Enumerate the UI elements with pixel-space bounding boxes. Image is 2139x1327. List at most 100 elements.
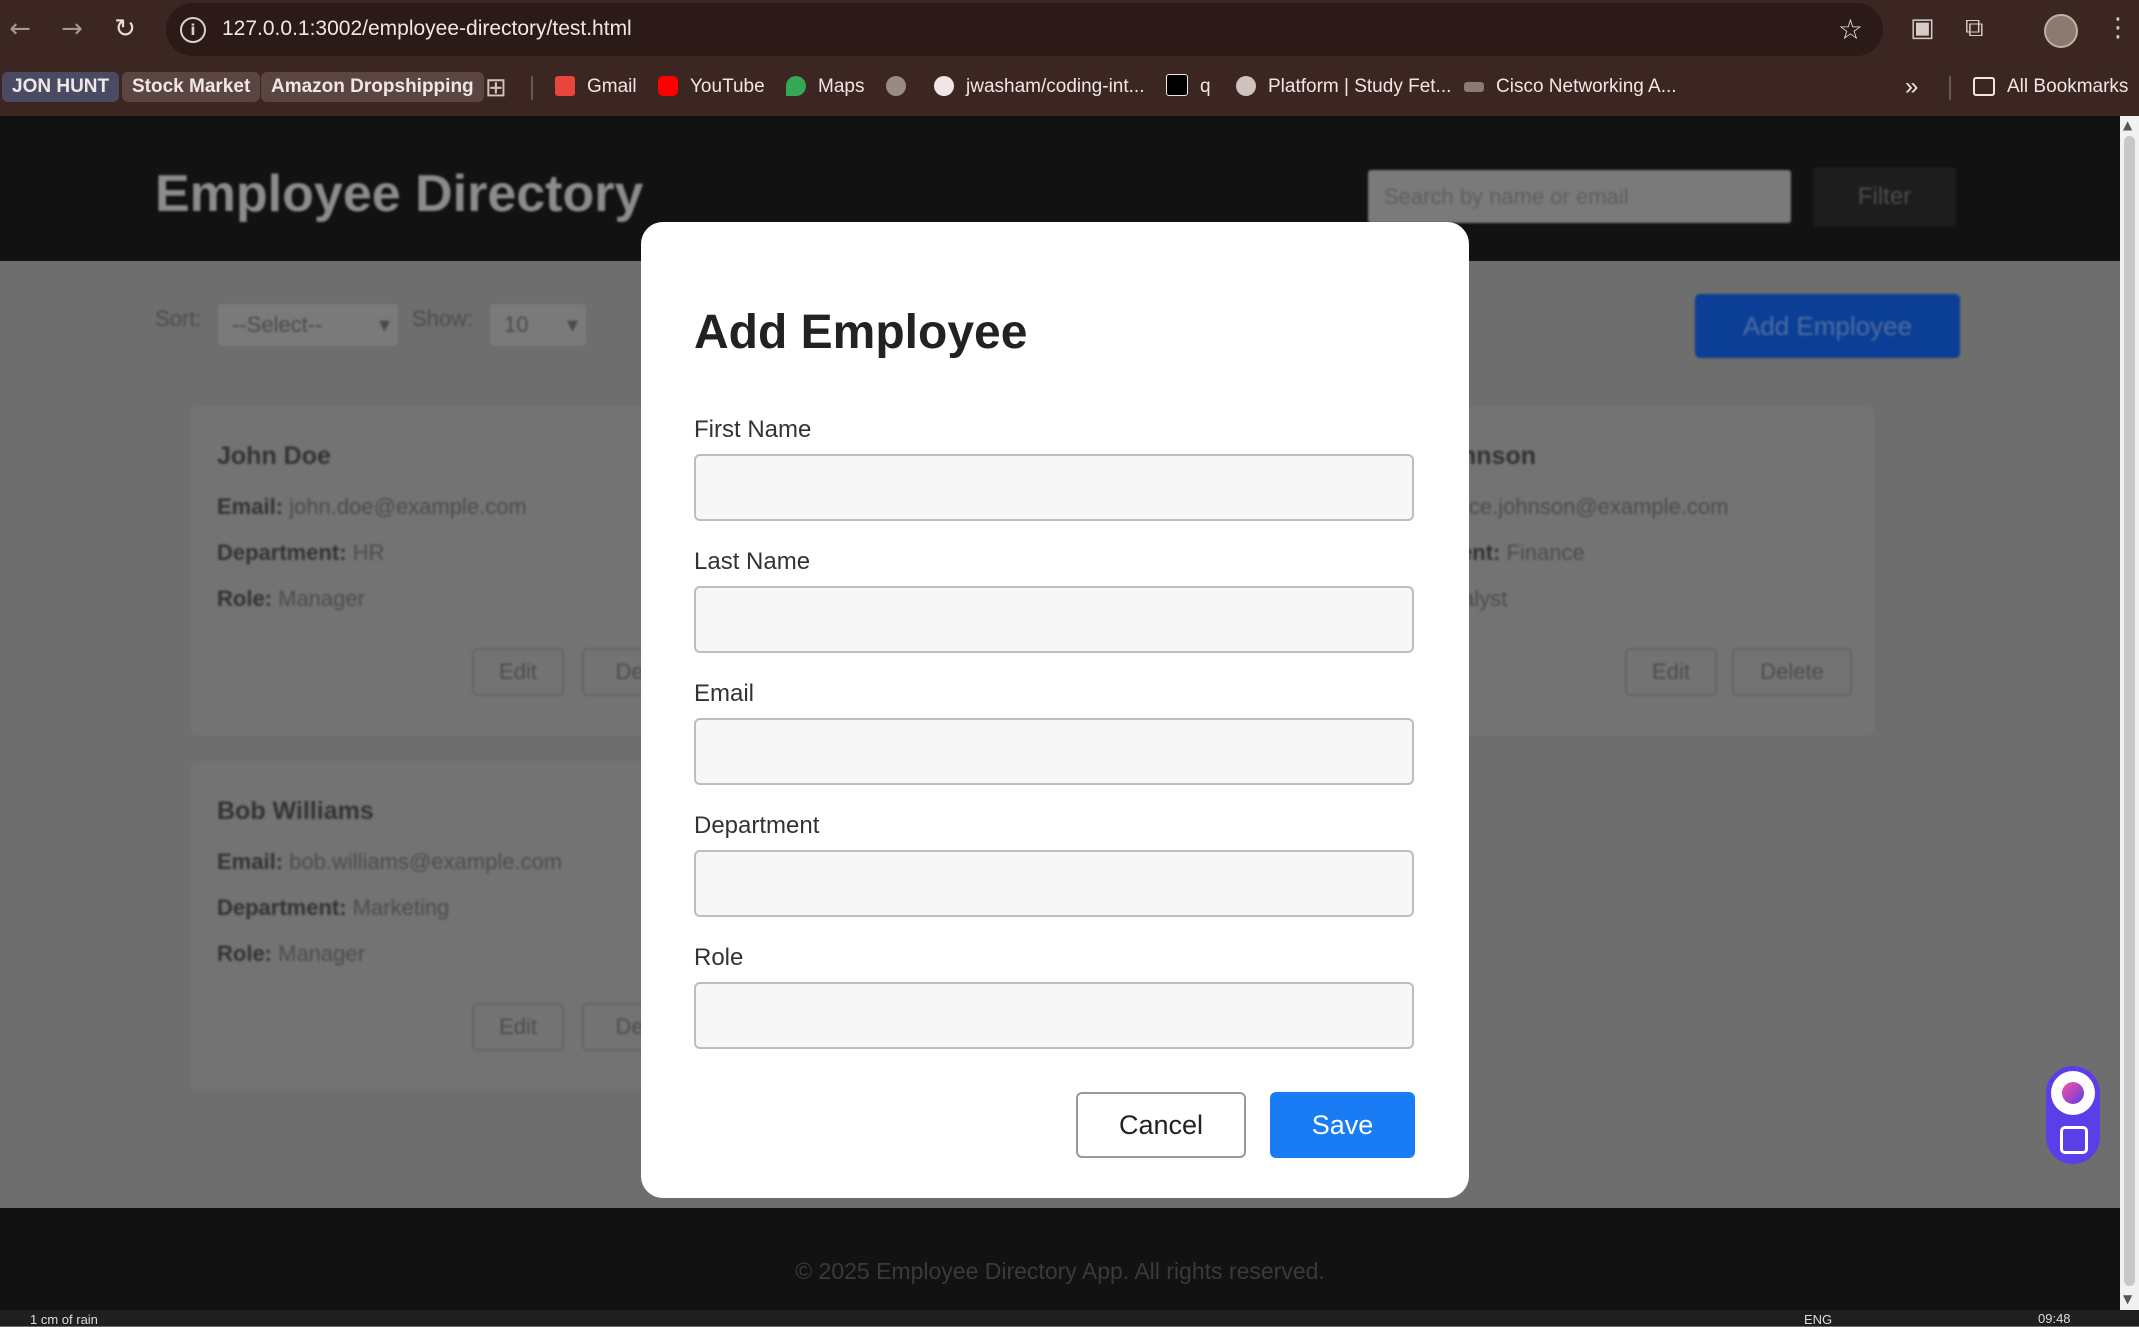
bookmark-youtube-label: YouTube [690,76,765,97]
role-value: Manager [278,941,365,966]
youtube-icon [658,76,678,96]
page-scrollbar[interactable]: ▲ ▼ [2120,116,2139,1310]
first-name-input[interactable] [694,454,1414,521]
menu-kebab-icon[interactable]: ⋮ [2105,13,2131,43]
chevron-down-icon: ▾ [566,312,578,337]
bookmark-jon-hunt[interactable]: JON HUNT [2,72,120,102]
filter-button[interactable]: Filter [1813,167,1956,227]
page-footer: © 2025 Employee Directory App. All right… [0,1208,2120,1310]
role-label: Role: [217,586,272,611]
scroll-down-icon[interactable]: ▼ [2123,1292,2132,1306]
department-label: Department: [217,540,347,565]
forward-icon[interactable]: → [57,14,87,44]
reload-icon[interactable]: ↻ [110,14,140,44]
cancel-button[interactable]: Cancel [1076,1092,1246,1158]
bookmark-cisco[interactable]: Cisco Networking A... [1464,72,1677,102]
folder-icon [1973,77,1995,96]
maps-pin-icon [786,76,806,96]
site-info-icon[interactable]: i [180,17,206,43]
scroll-thumb[interactable] [2124,136,2135,1286]
bookmark-gmail-label: Gmail [587,76,637,97]
email-input[interactable] [694,718,1414,785]
os-taskbar: 1 cm of rain ENG 09:48 [0,1310,2139,1327]
bookmark-platform[interactable]: Platform | Study Fet... [1236,72,1451,102]
edit-button[interactable]: Edit [1625,648,1717,696]
bookmarks-overflow-icon[interactable]: » [1905,72,1918,102]
sort-label: Sort: [155,306,202,331]
employee-name: hnson [1461,442,1536,470]
bookmark-github-label: jwasham/coding-int... [966,76,1145,97]
department-value: Marketing [352,895,450,920]
save-button[interactable]: Save [1270,1092,1415,1158]
gmail-icon [555,76,575,96]
sort-select[interactable]: --Select-- ▾ [218,304,398,346]
email-label: Email: [217,849,284,874]
modal-title: Add Employee [694,306,1028,359]
edit-button[interactable]: Edit [472,1003,564,1051]
last-name-input[interactable] [694,586,1414,653]
bookmark-stock-market[interactable]: Stock Market [122,72,261,102]
github-icon [934,76,954,96]
footer-text: © 2025 Employee Directory App. All right… [795,1258,1325,1284]
department-label: Department [694,812,820,839]
bookmark-q[interactable]: q [1166,72,1211,102]
edit-button[interactable]: Edit [472,648,564,696]
weather-text[interactable]: 1 cm of rain [30,1312,98,1327]
employee-card: Bob Williams Email: bob.williams@example… [190,761,682,1091]
search-input[interactable]: Search by name or email [1368,170,1791,223]
email-value: bob.williams@example.com [289,849,563,874]
all-bookmarks-label: All Bookmarks [2007,76,2129,97]
show-label: Show: [412,306,474,331]
scroll-up-icon[interactable]: ▲ [2123,118,2132,132]
assistant-widget[interactable] [2046,1066,2100,1164]
role-label: Role [694,944,744,971]
employee-role: Role: Manager [217,586,365,612]
puzzle-icon[interactable]: ⧉ [1965,13,1984,44]
department-input[interactable] [694,850,1414,917]
language-indicator[interactable]: ENG [1804,1312,1832,1327]
employee-name: John Doe [217,442,331,470]
chart-icon[interactable] [2060,1126,2088,1154]
role-label: Role: [217,941,272,966]
orb-icon [2062,1082,2084,1104]
add-employee-button[interactable]: Add Employee [1695,294,1960,358]
back-icon[interactable]: ← [5,14,35,44]
add-employee-modal: Add Employee First Name Last Name Email … [641,222,1469,1198]
delete-button[interactable]: Delete [1732,648,1852,696]
address-bar[interactable]: i 127.0.0.1:3002/employee-directory/test… [166,3,1883,56]
last-name-label: Last Name [694,548,811,575]
employee-name: Bob Williams [217,797,374,825]
employee-email: ice.johnson@example.com [1464,494,1728,520]
bookmark-maps-label: Maps [818,76,865,97]
sort-select-value: --Select-- [232,312,323,337]
role-value: Manager [278,586,365,611]
apps-grid-icon[interactable]: ⊞ [485,72,507,102]
extension-icon[interactable]: ▣ [1910,13,1935,43]
bookmark-maps[interactable]: Maps [786,72,864,102]
employee-email: Email: john.doe@example.com [217,494,527,520]
all-bookmarks[interactable]: All Bookmarks [1973,72,2128,102]
bookmark-separator [531,76,533,100]
bookmark-globe[interactable] [886,72,906,102]
clock[interactable]: 09:48 [2038,1311,2071,1326]
show-select[interactable]: 10 ▾ [490,304,586,346]
cisco-icon [1464,82,1484,92]
bookmark-github[interactable]: jwasham/coding-int... [934,72,1144,102]
employee-department: Department: Marketing [217,895,449,921]
browser-toolbar: ← → ↻ i 127.0.0.1:3002/employee-director… [0,0,2139,58]
assistant-orb-button[interactable] [2051,1071,2095,1115]
bookmark-star-icon[interactable]: ☆ [1838,13,1863,46]
role-input[interactable] [694,982,1414,1049]
bookmark-separator [1949,76,1951,100]
employee-department: ent: Finance [1460,540,1585,566]
profile-avatar[interactable] [2044,14,2078,48]
department-value: HR [352,540,385,565]
bookmark-gmail[interactable]: Gmail [555,72,637,102]
bookmark-youtube[interactable]: YouTube [658,72,765,102]
email-label: Email: [217,494,284,519]
bookmark-amazon-dropshipping[interactable]: Amazon Dropshipping [261,72,484,102]
email-label: Email [694,680,755,707]
address-url[interactable]: 127.0.0.1:3002/employee-directory/test.h… [222,17,632,41]
bookmarks-bar: JON HUNT Stock Market Amazon Dropshippin… [0,58,2139,116]
email-value: john.doe@example.com [289,494,527,519]
